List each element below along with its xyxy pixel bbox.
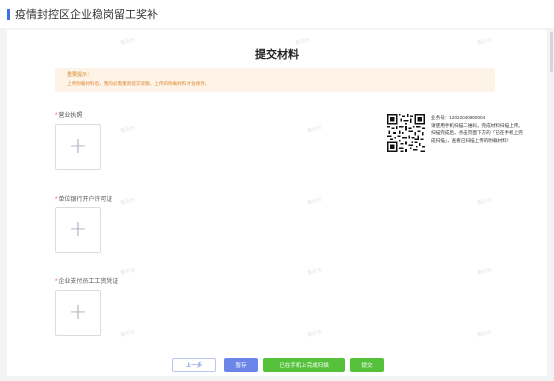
qr-code-icon <box>387 114 425 152</box>
prev-step-button[interactable]: 上一步 <box>172 358 216 372</box>
header-title: 疫情封控区企业稳岗留工奖补 <box>15 9 158 21</box>
watermark: 重庆市 <box>306 329 323 339</box>
notice-text: 上传附载材料后，我的必需重新提交驳稿，上传的附载材料才会保存。 <box>67 81 210 86</box>
required-mark: * <box>55 197 58 203</box>
plus-icon: + <box>68 300 88 325</box>
page-title: 提交材料 <box>255 49 299 61</box>
required-mark: * <box>55 279 58 285</box>
watermark: 重庆市 <box>476 37 493 47</box>
watermark: 重庆市 <box>119 329 136 339</box>
upload-business-license[interactable]: + <box>55 124 101 170</box>
notice-box: 重要提示： 上传附载材料后，我的必需重新提交驳稿，上传的附载材料才会保存。 <box>55 68 495 92</box>
notice-title: 重要提示： <box>67 72 93 78</box>
watermark: 重庆市 <box>306 267 323 277</box>
plus-icon: + <box>68 217 88 242</box>
required-mark: * <box>55 113 58 119</box>
plus-icon: + <box>68 134 88 159</box>
upload-salary-voucher[interactable]: + <box>55 290 101 336</box>
field-label-business-license: *营业执照 <box>55 110 82 119</box>
field-label-bank-permit: *单位银行开户许可证 <box>55 194 112 203</box>
save-draft-button[interactable]: 暂存 <box>224 358 258 372</box>
watermark: 重庆市 <box>476 197 493 207</box>
watermark: 重庆市 <box>119 267 136 277</box>
main-panel: 重庆市 重庆市 重庆市 重庆市 重庆市 重庆市 重庆市 重庆市 重庆市 重庆市 … <box>7 30 547 376</box>
qr-instruction-line: 成扫描」，查看已扫描上传的附载材料！ <box>431 137 512 143</box>
qr-instructions: 业务号：12022040800004 请使用手机扫描二维码，完成材料扫描上传。 … <box>431 114 543 144</box>
qr-instruction-line: 请使用手机扫描二维码，完成材料扫描上传。 <box>431 122 523 128</box>
watermark: 重庆市 <box>476 329 493 339</box>
watermark: 重庆市 <box>476 267 493 277</box>
field-label-text: 单位银行开户许可证 <box>58 197 113 203</box>
business-number: 业务号：12022040800004 <box>431 115 486 120</box>
watermark: 重庆市 <box>294 37 311 47</box>
upload-bank-permit[interactable]: + <box>55 207 101 253</box>
title-accent-bar <box>7 8 10 20</box>
page-header: 疫情封控区企业稳岗留工奖补 <box>0 0 554 28</box>
watermark: 重庆市 <box>306 197 323 207</box>
submit-button[interactable]: 提交 <box>350 358 384 372</box>
watermark: 重庆市 <box>119 197 136 207</box>
field-label-salary-voucher: *企业支付员工工资凭证 <box>55 276 118 285</box>
watermark: 重庆市 <box>119 37 136 47</box>
qr-instruction-line: 扫描完成后，点击页面下方的「已在手机上完 <box>431 130 523 135</box>
watermark: 重庆市 <box>119 125 136 135</box>
scrollbar[interactable] <box>549 28 554 381</box>
field-label-text: 营业执照 <box>58 113 83 119</box>
watermark: 重庆市 <box>306 125 323 135</box>
mobile-scan-done-button[interactable]: 已在手机上完成扫描 <box>263 358 345 372</box>
field-label-text: 企业支付员工工资凭证 <box>58 279 119 285</box>
scrollbar-thumb[interactable] <box>550 32 553 72</box>
